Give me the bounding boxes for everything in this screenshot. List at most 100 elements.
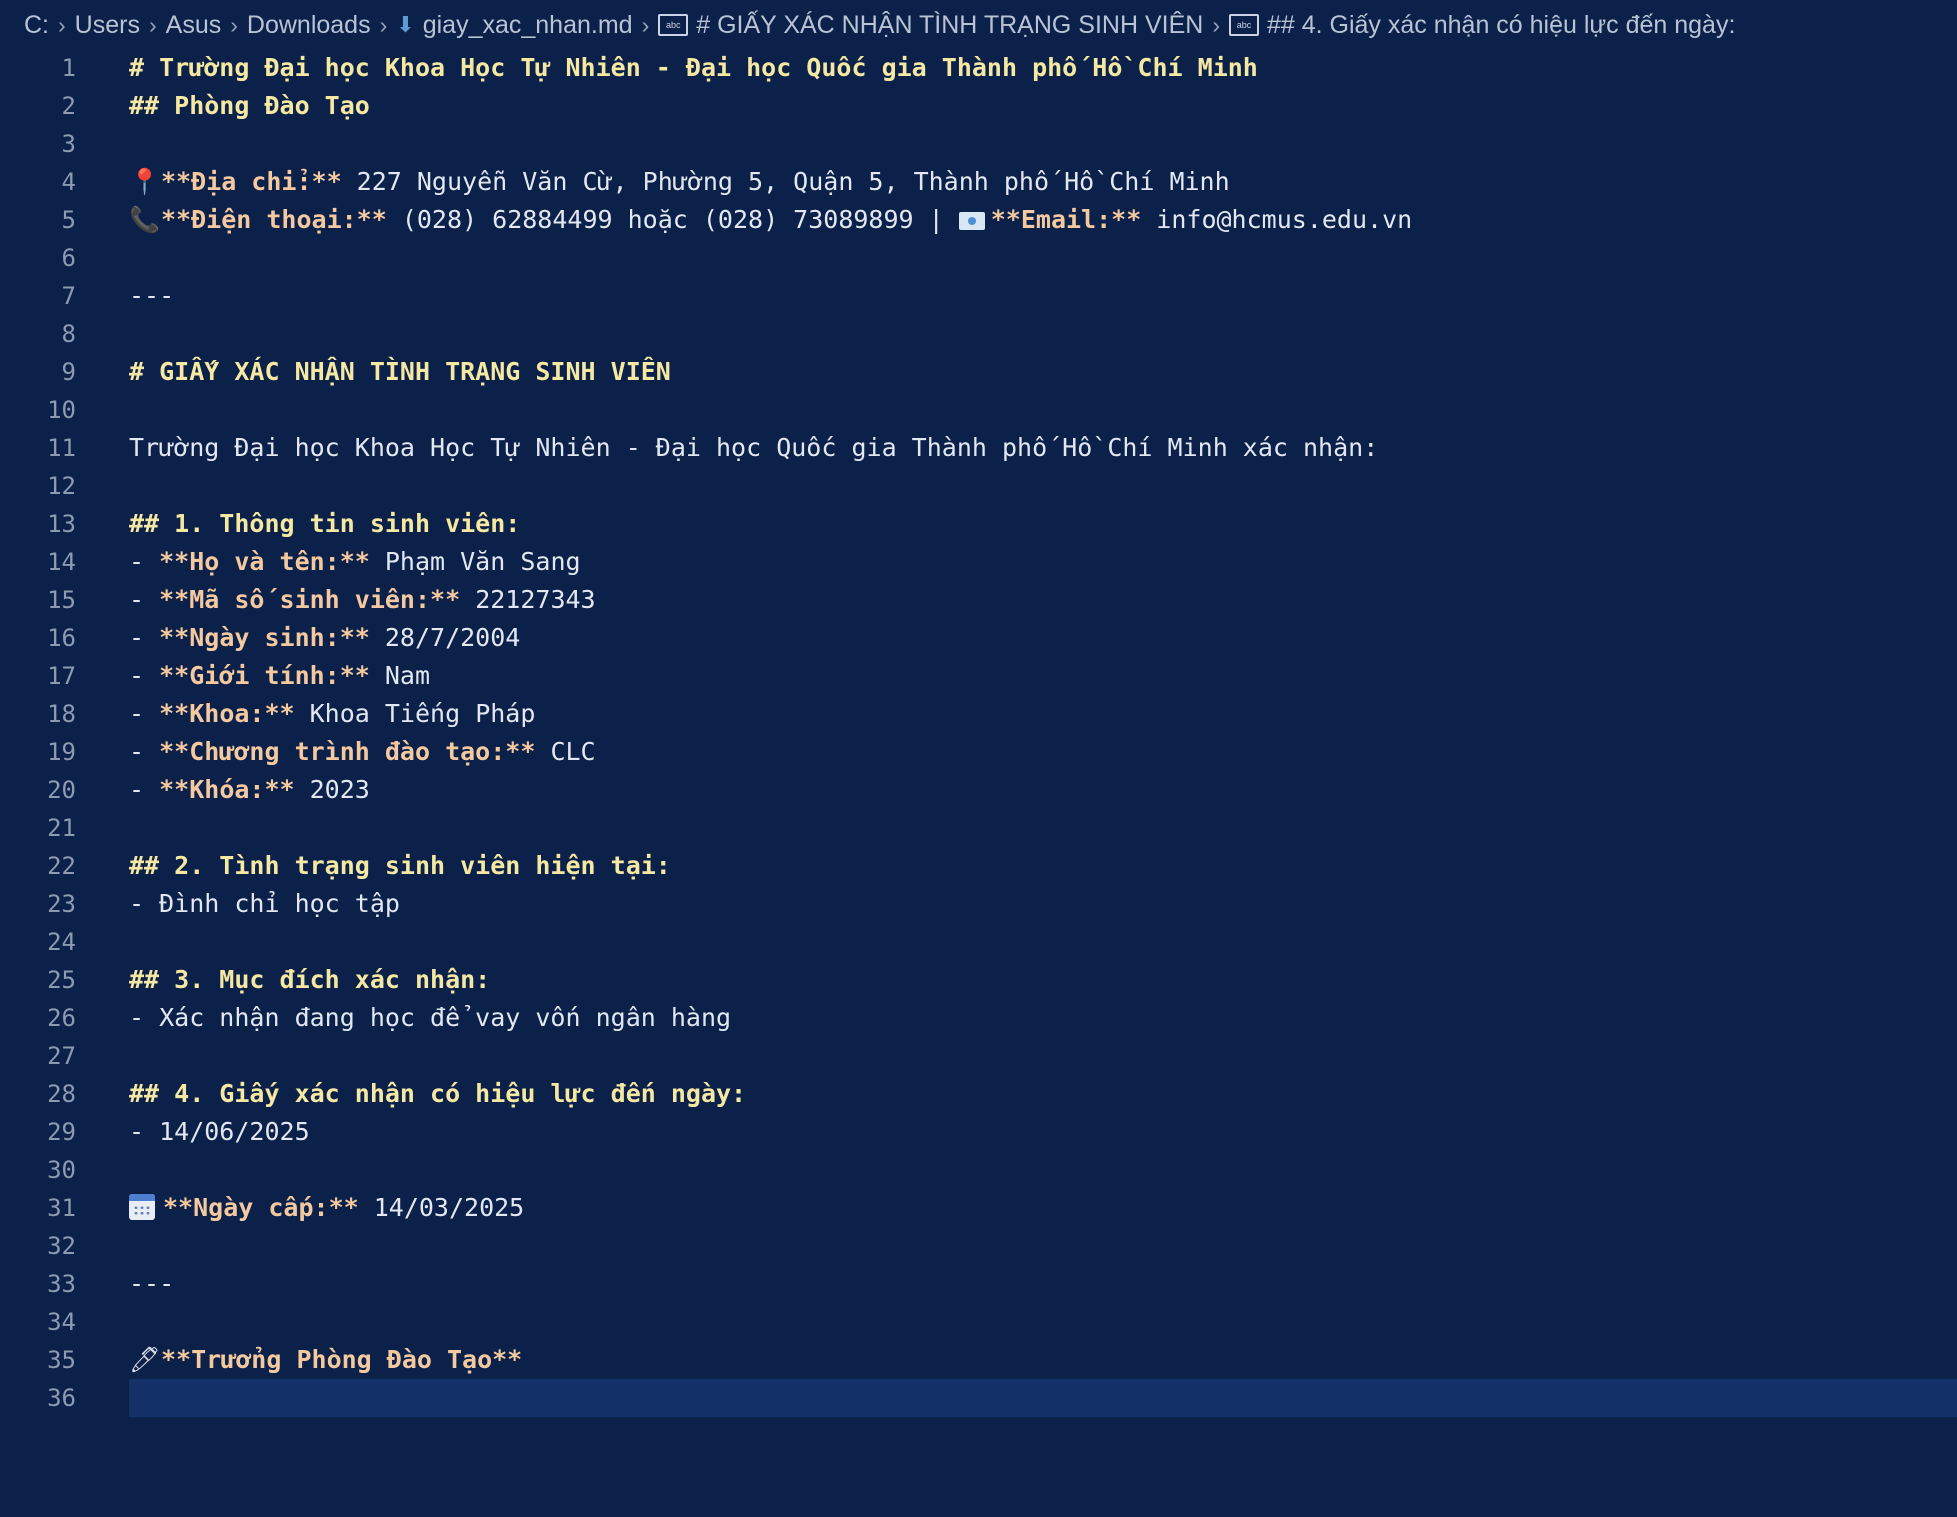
line-number: 5 — [61, 206, 76, 234]
editor-line[interactable]: 34 — [0, 1303, 1957, 1341]
editor-line[interactable]: 20 - **Khóa:** 2023 — [0, 771, 1957, 809]
phone-label: **Điện thoại:** — [161, 205, 387, 234]
line-number: 7 — [61, 282, 76, 310]
field-value: 28/7/2004 — [369, 623, 521, 652]
editor-line[interactable]: 6 — [0, 239, 1957, 277]
editor-line[interactable]: 19 - **Chương trình đào tạo:** CLC — [0, 733, 1957, 771]
chevron-right-icon: › — [379, 11, 388, 38]
breadcrumb-users[interactable]: Users — [75, 11, 140, 40]
editor-line[interactable]: 22 ## 2. Tình trạng sinh viên hiện tại: — [0, 847, 1957, 885]
list-dash: - — [129, 699, 160, 728]
field-label: **Chương trình đào tạo:** — [159, 737, 536, 766]
issue-date-label: **Ngày cấp:** — [163, 1193, 359, 1222]
breadcrumb-section-title[interactable]: # GIẤY XÁC NHẬN TÌNH TRẠNG SINH VIÊN — [696, 11, 1203, 40]
editor-line[interactable]: 4 📍**Địa chỉ:** 227 Nguyễn Văn Cừ, Phường… — [0, 163, 1957, 201]
editor-line[interactable]: 18 - **Khoa:** Khoa Tiếng Pháp — [0, 695, 1957, 733]
editor-line[interactable]: 13 ## 1. Thông tin sinh viên: — [0, 505, 1957, 543]
editor-line[interactable]: 14 - **Họ và tên:** Phạm Văn Sang — [0, 543, 1957, 581]
editor-line[interactable]: 35 🖊**Trưởng Phòng Đào Tạo** — [0, 1341, 1957, 1379]
line-number: 1 — [61, 54, 76, 82]
line-number: 31 — [47, 1194, 76, 1222]
editor-line[interactable]: 9 # GIẤY XÁC NHẬN TÌNH TRẠNG SINH VIÊN — [0, 353, 1957, 391]
line-content: ## Phòng Đào Tạo — [129, 91, 370, 120]
editor-line[interactable]: 26 - Xác nhận đang học để vay vốn ngân hà… — [0, 999, 1957, 1037]
line-content: **Ngày cấp:** 14/03/2025 — [129, 1189, 524, 1227]
line-number: 13 — [47, 510, 76, 538]
editor-line[interactable]: 10 — [0, 391, 1957, 429]
line-number: 27 — [47, 1042, 76, 1070]
line-content: - **Mã số sinh viên:** 22127343 — [129, 581, 596, 619]
line-content: - 14/06/2025 — [129, 1117, 310, 1146]
email-label: **Email:** — [990, 205, 1142, 234]
editor-line[interactable]: 28 ## 4. Giấy xác nhận có hiệu lực đến ng… — [0, 1075, 1957, 1113]
chevron-right-icon: › — [1212, 11, 1220, 38]
editor-line-current[interactable]: 36 — [0, 1379, 1957, 1417]
line-number: 16 — [47, 624, 76, 652]
breadcrumb: C: › Users › Asus › Downloads › ⬇ giay_x… — [0, 0, 1957, 50]
editor-line[interactable]: 25 ## 3. Mục đích xác nhận: — [0, 961, 1957, 999]
editor-line[interactable]: 15 - **Mã số sinh viên:** 22127343 — [0, 581, 1957, 619]
line-content: ## 2. Tình trạng sinh viên hiện tại: — [129, 851, 671, 880]
editor-line[interactable]: 8 — [0, 315, 1957, 353]
calendar-icon — [129, 1194, 155, 1220]
line-number: 34 — [47, 1308, 76, 1336]
line-content: - **Ngày sinh:** 28/7/2004 — [129, 619, 520, 657]
editor-line[interactable]: 11 Trường Đại học Khoa Học Tự Nhiên - Đại… — [0, 429, 1957, 467]
editor-line[interactable]: 12 — [0, 467, 1957, 505]
editor-line[interactable]: 31 **Ngày cấp:** 14/03/2025 — [0, 1189, 1957, 1227]
line-number: 14 — [47, 548, 76, 576]
editor-line[interactable]: 16 - **Ngày sinh:** 28/7/2004 — [0, 619, 1957, 657]
issue-date-value: 14/03/2025 — [358, 1193, 525, 1222]
field-label: **Giới tính:** — [159, 661, 370, 690]
line-number: 25 — [47, 966, 76, 994]
line-number: 8 — [61, 320, 76, 348]
field-value: 22127343 — [460, 585, 596, 614]
editor-line[interactable]: 29 - 14/06/2025 — [0, 1113, 1957, 1151]
line-content: 🖊**Trưởng Phòng Đào Tạo** — [129, 1341, 522, 1379]
line-number: 3 — [61, 130, 76, 158]
breadcrumb-downloads[interactable]: Downloads — [247, 11, 371, 40]
editor-line[interactable]: 24 — [0, 923, 1957, 961]
line-number: 19 — [47, 738, 76, 766]
line-number: 33 — [47, 1270, 76, 1298]
editor[interactable]: 1 # Trường Đại học Khoa Học Tự Nhiên - Đạ… — [0, 49, 1957, 1417]
pen-icon: 🖊 — [129, 1345, 161, 1374]
line-number: 29 — [47, 1118, 76, 1146]
string-symbol-icon: abc — [1228, 14, 1259, 36]
editor-line[interactable]: 5 📞**Điện thoại:** (028) 62884499 hoặc (0… — [0, 201, 1957, 239]
editor-line[interactable]: 33 --- — [0, 1265, 1957, 1303]
signature-title: **Trưởng Phòng Đào Tạo** — [161, 1345, 523, 1374]
breadcrumb-drive[interactable]: C: — [24, 11, 49, 40]
field-value: CLC — [535, 737, 596, 766]
list-dash: - — [129, 585, 160, 614]
line-number: 18 — [47, 700, 76, 728]
field-value: 2023 — [294, 775, 370, 804]
editor-line[interactable]: 32 — [0, 1227, 1957, 1265]
line-number: 26 — [47, 1004, 76, 1032]
editor-line[interactable]: 1 # Trường Đại học Khoa Học Tự Nhiên - Đạ… — [0, 49, 1957, 87]
line-number: 17 — [47, 662, 76, 690]
field-label: **Ngày sinh:** — [159, 623, 370, 652]
field-label: **Mã số sinh viên:** — [159, 585, 461, 614]
list-dash: - — [129, 623, 160, 652]
editor-line[interactable]: 30 — [0, 1151, 1957, 1189]
editor-line[interactable]: 3 — [0, 125, 1957, 163]
editor-line[interactable]: 17 - **Giới tính:** Nam — [0, 657, 1957, 695]
editor-line[interactable]: 7 --- — [0, 277, 1957, 315]
line-number: 21 — [47, 814, 76, 842]
breadcrumb-file[interactable]: giay_xac_nhan.md — [423, 11, 633, 40]
breadcrumb-user[interactable]: Asus — [166, 11, 222, 40]
field-label: **Họ và tên:** — [159, 547, 370, 576]
line-content: - **Họ và tên:** Phạm Văn Sang — [129, 543, 581, 581]
editor-line[interactable]: 2 ## Phòng Đào Tạo — [0, 87, 1957, 125]
list-dash: - — [129, 775, 160, 804]
line-content: ## 4. Giấy xác nhận có hiệu lực đến ngày… — [129, 1079, 747, 1108]
line-number: 4 — [61, 168, 76, 196]
markdown-download-icon: ⬇ — [396, 12, 415, 37]
editor-line[interactable]: 23 - Đình chỉ học tập — [0, 885, 1957, 923]
editor-line[interactable]: 27 — [0, 1037, 1957, 1075]
chevron-right-icon: › — [148, 11, 157, 38]
editor-line[interactable]: 21 — [0, 809, 1957, 847]
breadcrumb-section-validity[interactable]: ## 4. Giấy xác nhận có hiệu lực đến ngày… — [1267, 11, 1735, 40]
envelope-icon — [958, 212, 985, 230]
